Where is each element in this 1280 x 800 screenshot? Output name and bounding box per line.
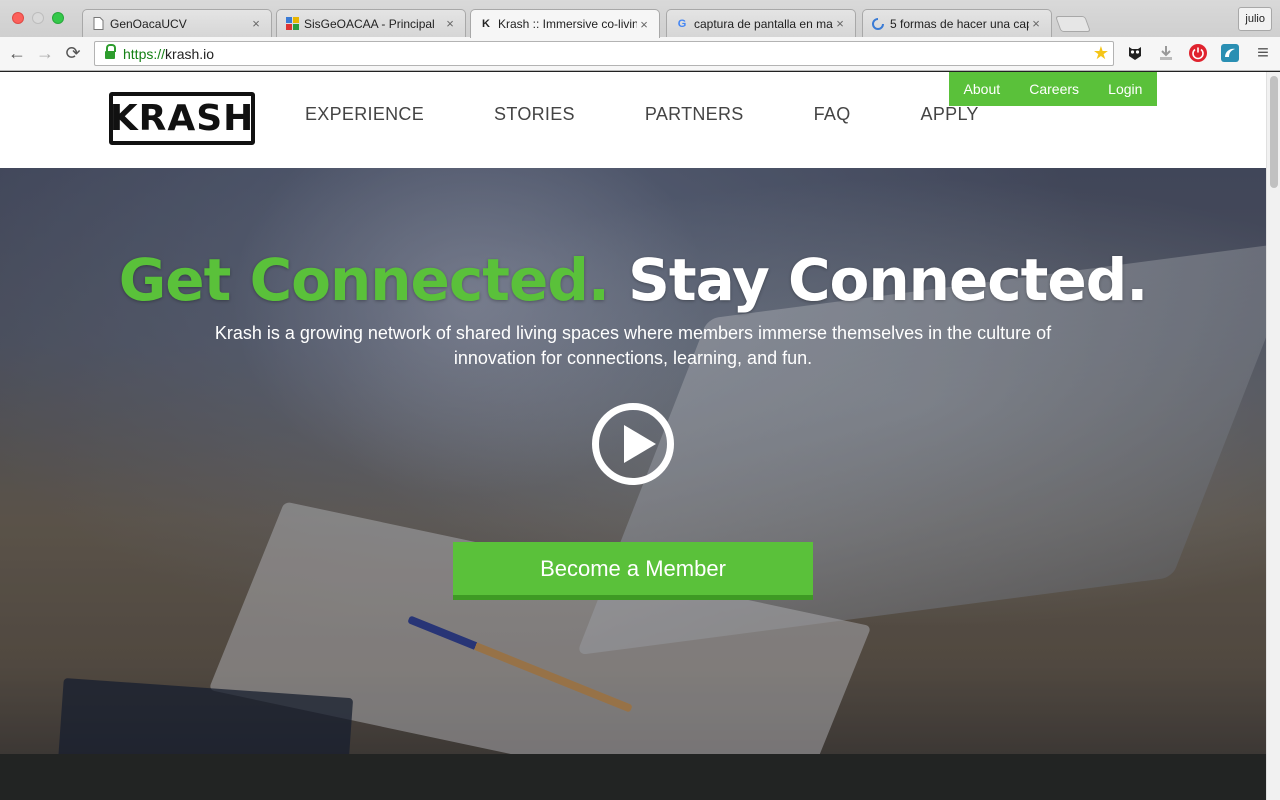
careers-link[interactable]: Careers [1029,81,1079,97]
browser-tab[interactable]: G captura de pantalla en mac × [666,9,856,37]
url-scheme: https:// [123,45,166,62]
wave-extension-icon[interactable] [1220,43,1240,63]
document-icon [91,17,105,31]
browser-toolbar: ← → ⟳ https:// krash.io ★ ≡ [0,37,1280,71]
tab-close-icon[interactable]: × [249,16,263,31]
hero-subtext: Krash is a growing network of shared liv… [214,323,1052,368]
tab-close-icon[interactable]: × [443,16,457,31]
bookmark-star-icon[interactable]: ★ [1093,43,1109,64]
new-tab-button[interactable] [1055,16,1091,32]
play-video-icon[interactable] [592,403,674,485]
menu-icon[interactable]: ≡ [1252,42,1274,64]
reload-icon[interactable]: ⟳ [62,42,84,64]
tab-close-icon[interactable]: × [1029,16,1043,31]
nav-experience[interactable]: EXPERIENCE [305,104,424,125]
back-arrow-icon[interactable]: ← [6,42,28,64]
nav-faq[interactable]: FAQ [814,104,851,125]
page-scrollbar[interactable] [1266,72,1280,800]
address-bar[interactable]: https:// krash.io ★ [94,41,1114,66]
dark-section-band [0,754,1266,800]
tab-title: SisGeOACAA - Principal [304,16,435,31]
forward-arrow-icon[interactable]: → [34,42,56,64]
web-page: KRASH EXPERIENCE STORIES PARTNERS FAQ AP… [0,72,1266,800]
tab-close-icon[interactable]: × [637,17,651,32]
site-icon [285,17,299,31]
url-host: krash.io [165,45,215,62]
download-icon[interactable] [1156,43,1176,63]
tab-close-icon[interactable]: × [833,16,847,31]
krash-logo[interactable]: KRASH [109,92,255,145]
loading-spinner-icon [871,17,885,31]
main-nav: EXPERIENCE STORIES PARTNERS FAQ APPLY [270,104,1014,125]
hero-headline: Get Connected. Stay Connected. [0,246,1266,314]
headline-white: Stay Connected. [628,246,1148,314]
scrollbar-thumb[interactable] [1270,76,1278,188]
nav-apply[interactable]: APPLY [921,104,979,125]
browser-tab[interactable]: 5 formas de hacer una capt × [862,9,1052,37]
profile-button[interactable]: julio [1238,7,1272,31]
owl-extension-icon[interactable] [1125,43,1145,63]
tab-title: 5 formas de hacer una capt [890,16,1029,31]
site-header: KRASH EXPERIENCE STORIES PARTNERS FAQ AP… [0,72,1266,168]
tab-title: Krash :: Immersive co-living [498,17,637,31]
browser-tab[interactable]: SisGeOACAA - Principal × [276,9,466,37]
login-link[interactable]: Login [1108,81,1142,97]
browser-tab-bar: GenOacaUCV × SisGeOACAA - Principal × K … [0,0,1280,38]
hero-section: Get Connected. Stay Connected. Krash is … [0,168,1266,754]
browser-tab-active[interactable]: K Krash :: Immersive co-living × [470,9,660,38]
window-zoom-button[interactable] [52,12,64,24]
nav-stories[interactable]: STORIES [494,104,575,125]
google-g-icon: G [677,17,687,30]
nav-partners[interactable]: PARTNERS [645,104,744,125]
utility-links: About Careers Login [949,72,1157,106]
power-icon[interactable] [1188,43,1208,63]
tab-title: captura de pantalla en mac [694,16,833,31]
become-member-button[interactable]: Become a Member [453,542,813,600]
headline-green: Get Connected. [118,246,610,314]
krash-k-icon: K [482,18,490,30]
lock-icon [105,44,116,59]
about-link[interactable]: About [964,81,1001,97]
browser-tab[interactable]: GenOacaUCV × [82,9,272,37]
tab-title: GenOacaUCV [110,16,187,31]
window-close-button[interactable] [12,12,24,24]
window-minimize-button[interactable] [32,12,44,24]
